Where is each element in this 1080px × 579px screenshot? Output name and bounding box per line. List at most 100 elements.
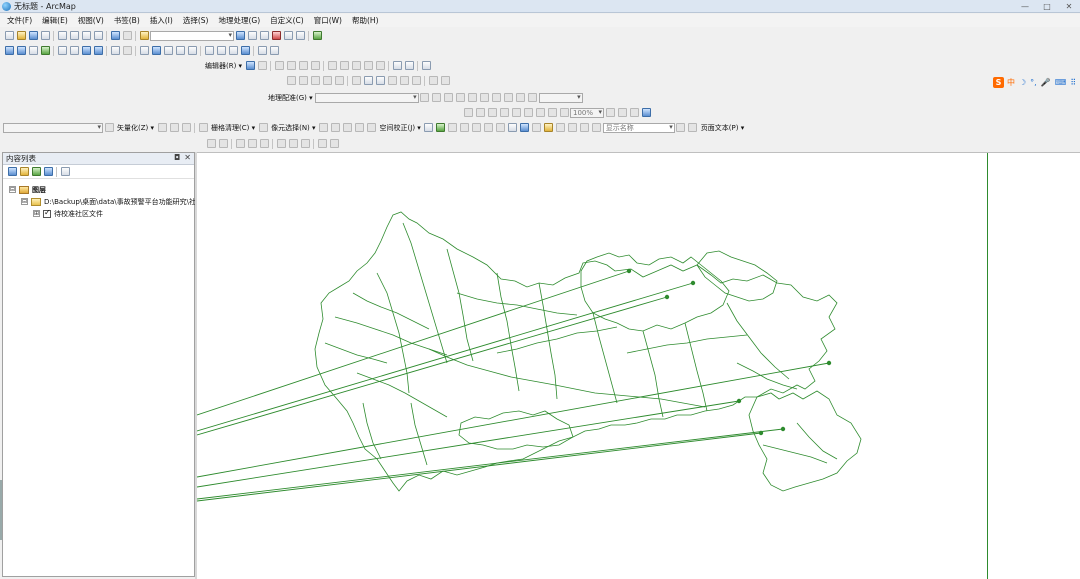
error-inspector-icon[interactable] <box>387 76 397 85</box>
first-page-icon[interactable] <box>580 123 590 132</box>
raster-cleanup-menu[interactable]: 栅格清理(C) ▾ <box>209 123 257 133</box>
topology-extra-icon[interactable] <box>440 76 450 85</box>
toolbox-icon[interactable]: ⠿ <box>1070 78 1076 87</box>
cell-selection-extra-icon[interactable] <box>343 123 353 132</box>
modify-edge-icon[interactable] <box>322 76 332 85</box>
menu-geoprocessing[interactable]: 地理处理(G) <box>215 15 263 26</box>
list-by-source-icon[interactable] <box>19 167 29 176</box>
fixed-zoom-out-icon[interactable] <box>69 46 79 55</box>
georeferencing-menu[interactable]: 地理配准(G) ▾ <box>266 93 315 103</box>
close-button[interactable]: ✕ <box>1058 0 1080 12</box>
select-features-icon[interactable] <box>110 46 120 55</box>
extra-tool-9-icon[interactable] <box>317 139 327 148</box>
layout-icon[interactable] <box>269 46 279 55</box>
identify-icon[interactable] <box>151 46 161 55</box>
add-data-icon[interactable] <box>139 31 149 40</box>
zoom-100-icon[interactable] <box>511 108 521 117</box>
georef-layer-combo[interactable] <box>314 92 419 103</box>
find-icon[interactable] <box>204 46 214 55</box>
minimize-button[interactable]: — <box>1014 0 1036 12</box>
extra-tool-8-icon[interactable] <box>300 139 310 148</box>
layout-fixed-zoom-out-icon[interactable] <box>535 108 545 117</box>
go-forward-icon[interactable] <box>93 46 103 55</box>
edit-tool-icon[interactable] <box>245 61 255 70</box>
straight-segment-icon[interactable] <box>274 61 284 70</box>
layout-zoom-combo[interactable]: 100% <box>570 107 604 118</box>
change-layout-icon[interactable] <box>629 108 639 117</box>
georef-extra2-icon[interactable] <box>492 93 502 102</box>
show-shared-features-icon[interactable] <box>310 76 320 85</box>
edit-annotation-icon[interactable] <box>257 61 267 70</box>
add-control-points-icon[interactable] <box>444 93 454 102</box>
shift-georef-icon[interactable] <box>432 93 442 102</box>
zoom-in-icon[interactable] <box>4 46 14 55</box>
menu-help[interactable]: 帮助(H) <box>349 15 382 26</box>
save-icon[interactable] <box>28 31 38 40</box>
copy-icon[interactable] <box>69 31 79 40</box>
editor-menu[interactable]: 编辑器(R) ▾ <box>203 61 244 71</box>
align-edge-icon[interactable] <box>351 76 361 85</box>
extra-tool-10-icon[interactable] <box>329 139 339 148</box>
table-of-contents-icon[interactable] <box>247 31 257 40</box>
clear-limited-adjustment-icon[interactable] <box>496 123 506 132</box>
undo-icon[interactable] <box>110 31 120 40</box>
vectorization-settings-icon[interactable] <box>104 123 114 132</box>
link-endpoint[interactable] <box>736 398 742 404</box>
trace-icon[interactable] <box>298 61 308 70</box>
map-scale-combo[interactable] <box>150 30 234 41</box>
tree-item-folder[interactable]: ⊟ D:\Backup\桌面\data\事故预警平台功能研究\社 <box>21 196 196 207</box>
pan-icon[interactable] <box>28 46 38 55</box>
topology-more-icon[interactable] <box>428 76 438 85</box>
cell-selection-extra3-icon[interactable] <box>367 123 377 132</box>
vectorization-layer-combo[interactable] <box>3 122 103 133</box>
raster-snapping-icon[interactable] <box>157 123 167 132</box>
map-view[interactable] <box>197 152 1080 579</box>
docked-window-handle[interactable] <box>0 480 2 540</box>
extra-tool-7-icon[interactable] <box>288 139 298 148</box>
data-driven-pages-setup-icon[interactable] <box>544 123 554 132</box>
microphone-icon[interactable]: 🎤 <box>1041 78 1051 87</box>
open-icon[interactable] <box>16 31 26 40</box>
toc-options-icon[interactable] <box>60 167 70 176</box>
focus-data-frame-icon[interactable] <box>617 108 627 117</box>
select-elements-icon[interactable] <box>139 46 149 55</box>
extra-tool-2-icon[interactable] <box>218 139 228 148</box>
cut-icon[interactable] <box>57 31 67 40</box>
clear-selection-icon[interactable] <box>122 46 132 55</box>
cut-polygons-icon[interactable] <box>351 61 361 70</box>
point-icon[interactable] <box>310 61 320 70</box>
rotate-icon[interactable] <box>375 61 385 70</box>
zoom-whole-page-icon[interactable] <box>499 108 509 117</box>
redo-icon[interactable] <box>122 31 132 40</box>
page-name-combo[interactable]: 显示名称 <box>602 122 675 133</box>
edge-match-icon[interactable] <box>532 123 542 132</box>
python-icon[interactable] <box>295 31 305 40</box>
page-text-menu[interactable]: 页面文本(P) ▾ <box>699 123 746 133</box>
planarize-icon[interactable] <box>411 76 421 85</box>
attributes-icon[interactable] <box>392 61 402 70</box>
topology-edit-icon[interactable] <box>286 76 296 85</box>
spatial-adjustment-menu[interactable]: 空间校正(J) ▾ <box>378 123 423 133</box>
extra-tool-3-icon[interactable] <box>235 139 245 148</box>
editor-toolbar-icon[interactable] <box>235 31 245 40</box>
print-icon[interactable] <box>40 31 50 40</box>
tree-item-layer[interactable]: ⊞ 待校准社区文件 <box>33 208 103 219</box>
view-link-table-icon[interactable] <box>456 93 466 102</box>
measure-icon[interactable] <box>187 46 197 55</box>
layer-visibility-checkbox[interactable] <box>43 208 51 218</box>
layout-zoom-out-icon[interactable] <box>475 108 485 117</box>
paste-icon[interactable] <box>81 31 91 40</box>
zoom-out-icon[interactable] <box>16 46 26 55</box>
layout-back-icon[interactable] <box>547 108 557 117</box>
georef-transparency-combo[interactable] <box>538 92 583 103</box>
toggle-draft-mode-icon[interactable] <box>605 108 615 117</box>
raster-cleanup-start-icon[interactable] <box>198 123 208 132</box>
extra-tool-5-icon[interactable] <box>259 139 269 148</box>
menu-view[interactable]: 视图(V) <box>75 15 107 26</box>
georef-extra3-icon[interactable] <box>504 93 514 102</box>
link-endpoint[interactable] <box>626 268 632 274</box>
reshape-edge-icon[interactable] <box>334 76 344 85</box>
link-endpoint[interactable] <box>690 280 696 286</box>
link-endpoint[interactable] <box>780 426 786 432</box>
multiple-displacement-links-icon[interactable] <box>460 123 470 132</box>
